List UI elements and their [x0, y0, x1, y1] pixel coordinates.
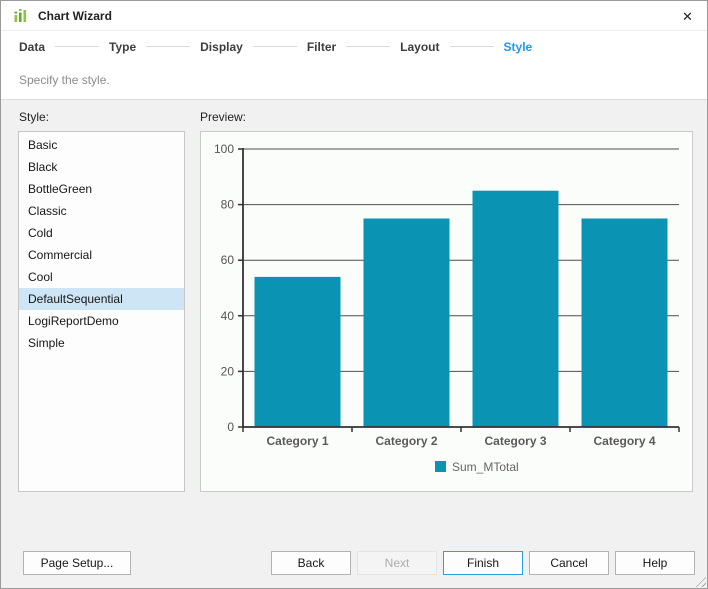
style-option-bottlegreen[interactable]: BottleGreen	[19, 178, 184, 200]
chart-preview: 0 20 40 60 80 100 Category 1 Category 2 Category…	[200, 131, 693, 492]
step-connector	[252, 46, 297, 47]
y-tick-label: 80	[221, 198, 235, 212]
style-option-cold[interactable]: Cold	[19, 222, 184, 244]
style-list: Basic Black BottleGreen Classic Cold Commerci…	[18, 131, 185, 492]
chart-svg-host: 0 20 40 60 80 100 Category 1 Category 2 Category…	[201, 132, 692, 491]
x-category-label: Category 1	[266, 434, 328, 448]
bar-category-1	[254, 276, 341, 427]
style-option-commercial[interactable]: Commercial	[19, 244, 184, 266]
style-option-simple[interactable]: Simple	[19, 332, 184, 354]
resize-grip[interactable]	[693, 574, 706, 587]
help-button[interactable]: Help	[615, 551, 695, 575]
style-option-defaultsequential[interactable]: DefaultSequential	[19, 288, 184, 310]
legend-swatch	[435, 461, 446, 472]
chart-wizard-dialog: Chart Wizard ✕ Data Type Display Filter Layo…	[0, 0, 708, 589]
step-type[interactable]: Type	[109, 40, 136, 54]
style-list-label: Style:	[19, 110, 50, 124]
y-tick-label: 100	[214, 142, 234, 156]
bar-category-4	[581, 218, 668, 427]
style-option-logireportdemo[interactable]: LogiReportDemo	[19, 310, 184, 332]
y-tick-label: 0	[227, 420, 234, 434]
step-data[interactable]: Data	[19, 40, 45, 54]
step-nav: Data Type Display Filter Layout Style	[1, 32, 707, 61]
finish-button[interactable]: Finish	[443, 551, 523, 575]
step-style[interactable]: Style	[504, 40, 533, 54]
page-setup-button[interactable]: Page Setup...	[23, 551, 131, 575]
step-layout[interactable]: Layout	[400, 40, 439, 54]
x-category-label: Category 4	[593, 434, 655, 448]
page-subtitle: Specify the style.	[19, 72, 110, 87]
close-icon[interactable]: ✕	[679, 8, 696, 25]
subtitle-row: Specify the style.	[1, 61, 707, 98]
style-option-black[interactable]: Black	[19, 156, 184, 178]
title-bar: Chart Wizard ✕	[1, 1, 707, 31]
step-connector	[346, 46, 391, 47]
preview-label: Preview:	[200, 110, 247, 124]
style-option-classic[interactable]: Classic	[19, 200, 184, 222]
x-category-label: Category 2	[375, 434, 437, 448]
step-connector	[449, 46, 494, 47]
back-button[interactable]: Back	[271, 551, 351, 575]
y-tick-label: 60	[221, 253, 235, 267]
window-title: Chart Wizard	[38, 8, 112, 23]
next-button: Next	[357, 551, 437, 575]
y-tick-label: 20	[221, 364, 235, 378]
preview-bar-chart: 0 20 40 60 80 100 Category 1 Category 2 Category…	[214, 142, 680, 474]
chart-wizard-icon	[14, 8, 27, 22]
cancel-button[interactable]: Cancel	[529, 551, 609, 575]
step-filter[interactable]: Filter	[307, 40, 336, 54]
step-connector	[146, 46, 191, 47]
bar-category-3	[472, 190, 559, 427]
step-display[interactable]: Display	[200, 40, 243, 54]
x-category-label: Category 3	[484, 434, 546, 448]
y-tick-label: 40	[221, 309, 235, 323]
style-option-basic[interactable]: Basic	[19, 134, 184, 156]
bar-category-2	[363, 218, 450, 427]
dialog-header: Chart Wizard ✕ Data Type Display Filter Layo…	[1, 1, 707, 100]
step-connector	[55, 46, 100, 47]
legend-label: Sum_MTotal	[452, 460, 519, 474]
style-option-cool[interactable]: Cool	[19, 266, 184, 288]
